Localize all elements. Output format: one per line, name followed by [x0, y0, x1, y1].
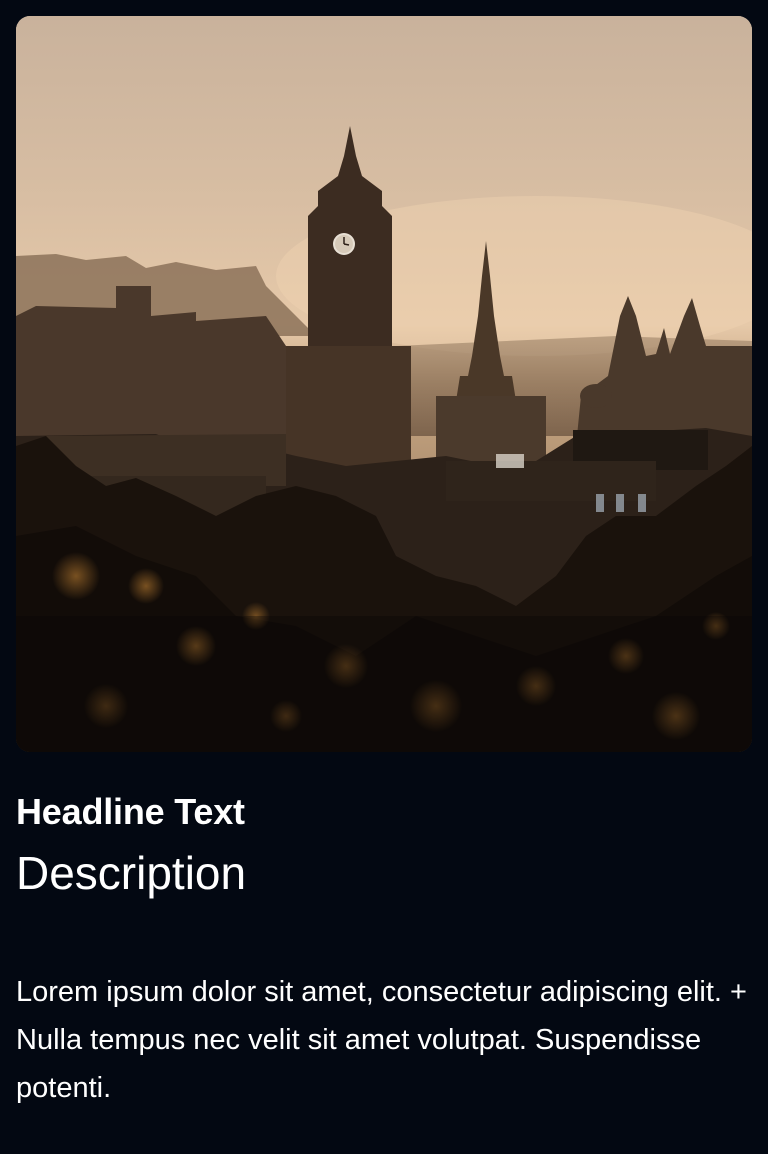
card-body-text: Lorem ipsum dolor sit amet, consectetur … [16, 976, 747, 1104]
hero-image [16, 16, 752, 752]
card-description: Description [16, 847, 247, 899]
content-card: Headline Text Description Lorem ipsum do… [0, 0, 768, 1154]
card-headline: Headline Text [16, 791, 245, 832]
city-skyline-photo [16, 16, 752, 752]
